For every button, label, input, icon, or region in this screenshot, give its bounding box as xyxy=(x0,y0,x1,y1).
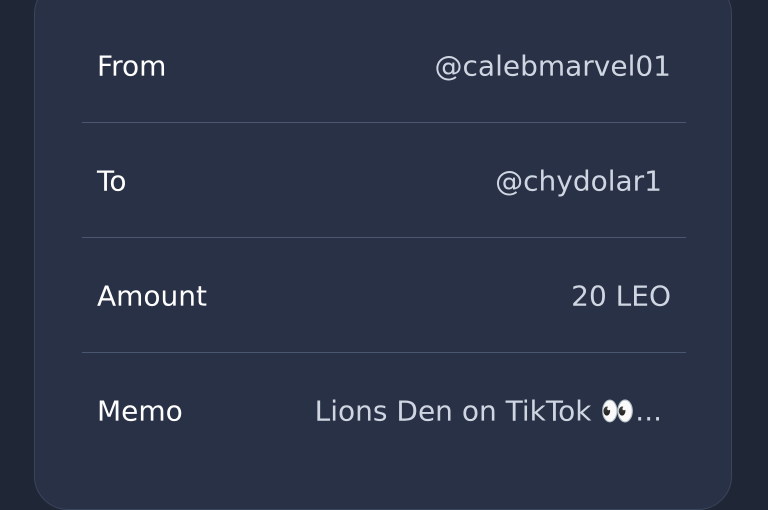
amount-label: Amount xyxy=(97,279,208,312)
amount-value: 20 LEO xyxy=(571,279,671,312)
memo-value: Lions Den on TikTok 👀... xyxy=(314,394,662,427)
to-label: To xyxy=(97,164,127,197)
from-value: @calebmarvel01 xyxy=(434,49,671,82)
amount-row: Amount 20 LEO xyxy=(82,238,686,353)
from-label: From xyxy=(97,49,167,82)
memo-label: Memo xyxy=(97,394,183,427)
memo-row: Memo Lions Den on TikTok 👀... xyxy=(82,353,686,468)
to-value: @chydolar1 xyxy=(495,164,662,197)
from-row: From @calebmarvel01 xyxy=(82,8,686,123)
to-row: To @chydolar1 xyxy=(82,123,686,238)
transaction-details-card: From @calebmarvel01 To @chydolar1 Amount… xyxy=(34,0,732,510)
